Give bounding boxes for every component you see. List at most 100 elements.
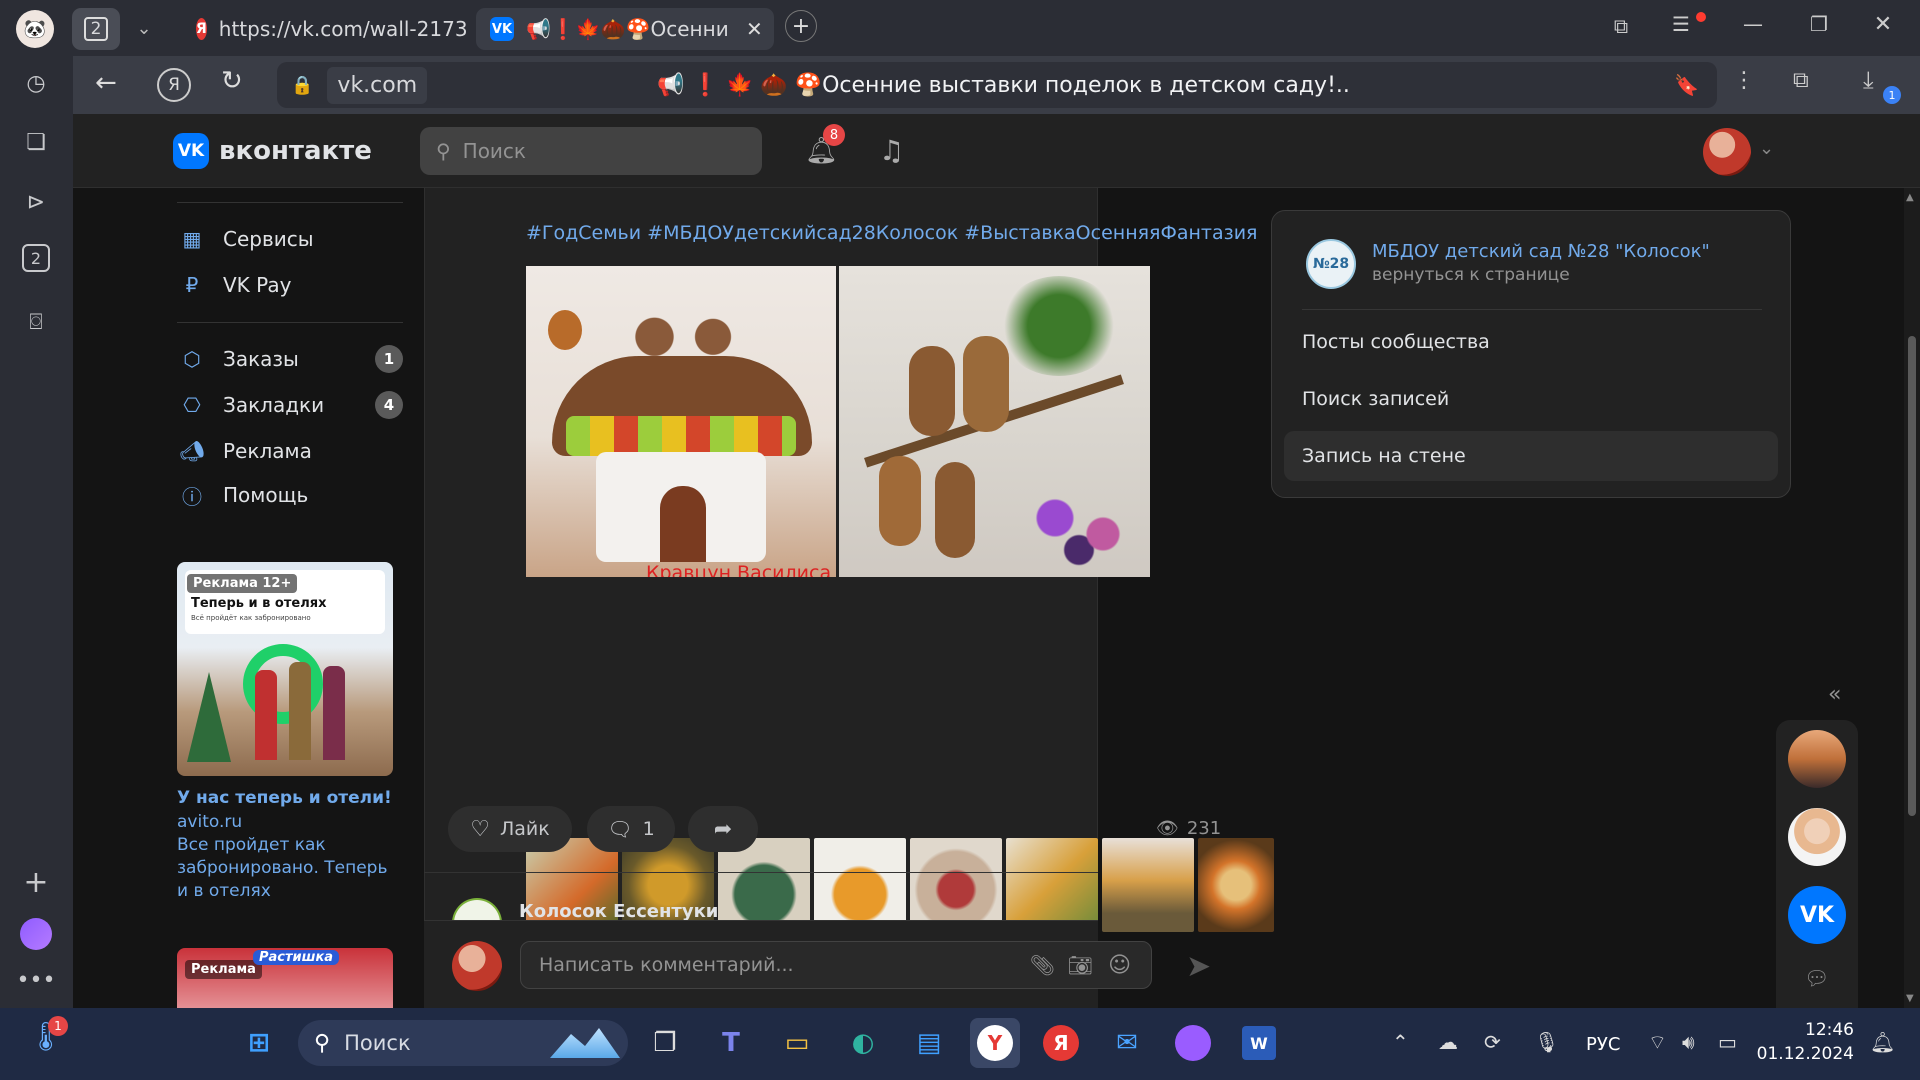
word-icon[interactable]: W	[1234, 1018, 1284, 1068]
scrollbar-thumb[interactable]	[1908, 336, 1916, 816]
share-button[interactable]: ➦	[688, 806, 758, 852]
history-clock-icon[interactable]: ◷	[18, 65, 54, 101]
tab-close-icon[interactable]: ✕	[746, 17, 763, 41]
ad-title[interactable]: У нас теперь и отели!	[177, 788, 392, 808]
post-photo-mushroom-house[interactable]: Кравцун Василиса	[526, 266, 836, 577]
like-button[interactable]: ♡ Лайк	[448, 806, 572, 852]
post-photo-thumb[interactable]	[1102, 838, 1194, 932]
profile-avatar[interactable]	[1703, 128, 1751, 176]
menu-wall-post-active[interactable]: Запись на стене	[1284, 431, 1778, 481]
post-photo-thumb[interactable]	[718, 838, 810, 932]
close-window-icon[interactable]: ✕	[1868, 12, 1898, 42]
bookmark-page-icon[interactable]: 🔖	[1674, 73, 1699, 97]
vk-chat-logo-icon[interactable]: VK	[1788, 886, 1846, 944]
post-photo-thumb[interactable]	[910, 838, 1002, 932]
tabs-counter-rail-icon[interactable]: 2	[22, 244, 50, 272]
tray-chevron-up-icon[interactable]: ⌃	[1392, 1030, 1409, 1054]
menu-icon[interactable]: ☰	[1672, 12, 1706, 42]
add-panel-icon[interactable]: +	[18, 864, 54, 900]
task-view-icon[interactable]: ❐	[640, 1018, 690, 1068]
collections-rail-icon[interactable]: ❏	[18, 124, 54, 160]
sidebar-item-services[interactable]: ▦ Сервисы	[177, 222, 403, 256]
camera-icon[interactable]: 📷︎	[1068, 953, 1093, 977]
music-note-icon[interactable]: ♫	[879, 134, 915, 170]
file-explorer-icon[interactable]: ▭	[772, 1018, 822, 1068]
yandex-icon[interactable]: Я	[1036, 1018, 1086, 1068]
keyboard-language[interactable]: РУС	[1586, 1034, 1620, 1055]
restore-icon[interactable]: ❐	[1804, 12, 1834, 42]
sync-icon[interactable]: ⟳	[1484, 1030, 1501, 1054]
tab-active-post[interactable]: VK 📢❗🍁🌰🍄Осенни ✕	[476, 8, 774, 50]
more-dots-icon[interactable]: •••	[17, 962, 56, 998]
messages-bubble-icon[interactable]: 💬︎	[1804, 966, 1829, 990]
scrollbar-up-arrow[interactable]: ▲	[1906, 192, 1914, 203]
collapse-chats-chevron-icon[interactable]: «	[1828, 682, 1841, 707]
post-photo-thumb[interactable]	[1006, 838, 1098, 932]
extensions-icon[interactable]: ⧉	[1793, 68, 1827, 102]
yandex-browser-icon[interactable]: Y	[970, 1018, 1020, 1068]
sidebar-ad-second[interactable]: Реклама Растишка	[177, 948, 393, 1008]
clock-time[interactable]: 12:46	[1774, 1020, 1854, 1040]
weather-widget-icon[interactable]: 🌡︎ 1	[28, 1016, 68, 1060]
notification-bell-icon[interactable]: 🔔︎	[1870, 1030, 1895, 1054]
alice-assistant-icon[interactable]	[18, 916, 54, 952]
emoji-smile-icon[interactable]: ☺	[1108, 953, 1131, 978]
mail-icon[interactable]: ✉	[1102, 1018, 1152, 1068]
vk-search-input[interactable]: ⚲ Поиск	[420, 127, 762, 175]
taskbar-search-input[interactable]: ⚲ Поиск	[298, 1020, 628, 1066]
sidebar-item-orders[interactable]: ⬡ Заказы 1	[177, 342, 403, 376]
yandex-logo-icon[interactable]: Я	[157, 68, 191, 102]
battery-icon[interactable]: ▭	[1718, 1030, 1737, 1054]
onedrive-cloud-icon[interactable]: ☁	[1438, 1030, 1458, 1054]
reload-icon[interactable]: ↻	[221, 66, 255, 100]
browser-profile-avatar[interactable]: 🐼	[16, 10, 54, 48]
back-arrow-icon[interactable]: ←	[95, 68, 129, 102]
vk-logo[interactable]: VK вконтакте	[173, 133, 372, 169]
sidebar-item-help[interactable]: ⓘ Помощь	[177, 478, 403, 512]
tabs-dropdown-chevron-icon[interactable]: ⌄	[126, 14, 162, 44]
comment-author-name[interactable]: Колосок Ессентуки	[519, 901, 718, 922]
sidebar-item-ads[interactable]: 📣︎ Реклама	[177, 434, 403, 468]
browser-more-icon[interactable]: ⋮	[1733, 68, 1755, 102]
comment-button[interactable]: 🗨︎ 1	[587, 806, 675, 852]
comment-input[interactable]: Написать комментарий... 📎︎ 📷︎ ☺	[520, 941, 1152, 989]
windows-start-icon[interactable]: ⊞	[234, 1018, 284, 1068]
store-icon[interactable]: ▤	[904, 1018, 954, 1068]
post-photo-owls[interactable]	[839, 266, 1150, 577]
sidebar-item-bookmarks[interactable]: ⎔ Закладки 4	[177, 388, 403, 422]
chat-avatar[interactable]	[1788, 808, 1846, 866]
menu-community-posts[interactable]: Посты сообщества	[1284, 317, 1778, 367]
alice-icon[interactable]	[1168, 1018, 1218, 1068]
teams-icon[interactable]: T	[706, 1018, 756, 1068]
minimize-icon[interactable]: —	[1738, 12, 1768, 42]
menu-search-posts[interactable]: Поиск записей	[1284, 374, 1778, 424]
attach-paperclip-icon[interactable]: 📎︎	[1030, 953, 1055, 977]
tab-vk-wall[interactable]: Я https://vk.com/wall-21735	[182, 8, 466, 50]
downloads-icon[interactable]: ⤓ 1	[1863, 66, 1901, 104]
ad-description[interactable]: Все пройдет как забронировано. Теперь и …	[177, 834, 393, 903]
microphone-icon[interactable]: 🎙︎	[1534, 1030, 1559, 1054]
community-avatar[interactable]: №28	[1306, 239, 1356, 289]
post-hashtags[interactable]: #ГодСемьи #МБДОУдетскийсад28Колосок #Выс…	[526, 222, 1258, 244]
page-scrollbar[interactable]: ▲ ▼	[1904, 188, 1920, 1008]
new-tab-button[interactable]: +	[785, 10, 817, 42]
profile-chevron-down-icon[interactable]: ⌄	[1759, 138, 1774, 159]
address-field[interactable]: 🔒 vk.com 📢 ❗ 🍁 🌰 🍄Осенние выставки подел…	[277, 62, 1717, 108]
ad-image[interactable]: Реклама 12+ Теперь и в отелях Всё пройдё…	[177, 562, 393, 776]
post-photo-thumb[interactable]	[814, 838, 906, 932]
collections-icon[interactable]: ⧉	[1606, 14, 1636, 44]
community-back-link[interactable]: вернуться к странице	[1372, 265, 1570, 285]
volume-icon[interactable]: 🔊︎	[1682, 1030, 1695, 1054]
scrollbar-down-arrow[interactable]: ▼	[1906, 993, 1914, 1004]
wifi-icon[interactable]: ⌔	[1648, 1030, 1667, 1055]
edge-browser-icon[interactable]: ◐	[838, 1018, 888, 1068]
notifications-bell-icon[interactable]: 🔔︎ 8	[805, 124, 845, 172]
screenshot-camera-icon[interactable]: ⌼	[18, 304, 54, 340]
community-name[interactable]: МБДОУ детский сад №28 "Колосок"	[1372, 241, 1710, 262]
tab-counter-button[interactable]: 2	[72, 8, 120, 50]
post-photo-thumb[interactable]	[1198, 838, 1274, 932]
clock-date[interactable]: 01.12.2024	[1754, 1044, 1854, 1064]
send-arrow-icon[interactable]: ➤	[1186, 949, 1211, 984]
video-play-icon[interactable]: ⊳	[18, 184, 54, 220]
sidebar-ad[interactable]: Реклама 12+ Теперь и в отелях Всё пройдё…	[177, 562, 393, 904]
